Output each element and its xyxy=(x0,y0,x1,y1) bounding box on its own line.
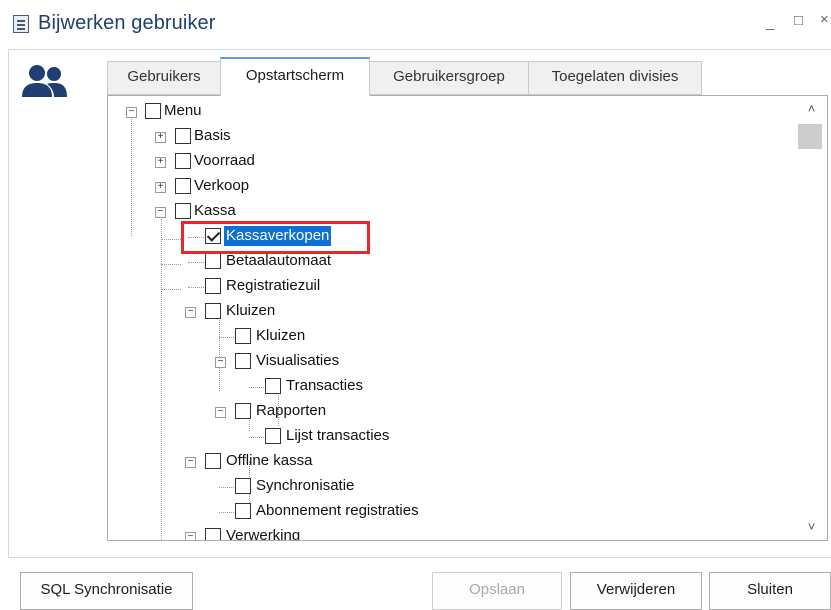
tree-connector xyxy=(131,116,132,236)
tree-item-label: Basis xyxy=(194,127,231,144)
synchronisatie-checkbox[interactable] xyxy=(235,478,251,494)
tree-connector xyxy=(219,487,234,488)
collapse-icon[interactable]: − xyxy=(185,532,196,540)
close-window-button[interactable]: × xyxy=(820,11,831,28)
collapse-icon[interactable]: − xyxy=(126,107,137,118)
tree-connector xyxy=(161,264,181,265)
menu-checkbox[interactable] xyxy=(145,103,161,119)
minimize-button[interactable]: _ xyxy=(766,14,774,31)
tree-item-label: Abonnement registraties xyxy=(256,502,419,519)
expand-icon[interactable]: + xyxy=(155,132,166,143)
abonnement-registraties-checkbox[interactable] xyxy=(235,503,251,519)
offline-kassa-checkbox[interactable] xyxy=(205,453,221,469)
visualisaties-checkbox[interactable] xyxy=(235,353,251,369)
opslaan-button[interactable]: Opslaan xyxy=(432,572,562,610)
tree-item-label: Offline kassa xyxy=(226,452,313,469)
tree-item-label: Verkoop xyxy=(194,177,250,194)
tab-gebruikers[interactable]: Gebruikers xyxy=(107,61,221,95)
collapse-icon[interactable]: − xyxy=(185,307,196,318)
tab-toegelaten-divisies[interactable]: Toegelaten divisies xyxy=(528,61,702,95)
app-document-icon xyxy=(13,15,29,33)
transacties-checkbox[interactable] xyxy=(265,378,281,394)
tree-item-label: Visualisaties xyxy=(256,352,340,369)
maximize-button[interactable]: □ xyxy=(794,12,803,29)
tree-item-label: Kluizen xyxy=(226,302,276,319)
highlight-annotation xyxy=(181,221,370,254)
tree-item-label: Rapporten xyxy=(256,402,327,419)
sql-synchronisatie-button[interactable]: SQL Synchronisatie xyxy=(20,572,193,610)
registratiezuil-checkbox[interactable] xyxy=(205,278,221,294)
betaalautomaat-checkbox[interactable] xyxy=(205,253,221,269)
scroll-up-arrow-icon[interactable]: ˄ xyxy=(796,96,827,122)
verwerking-checkbox[interactable] xyxy=(205,528,221,540)
verwijderen-button[interactable]: Verwijderen xyxy=(570,572,702,610)
kassa-checkbox[interactable] xyxy=(175,203,191,219)
scroll-down-arrow-icon[interactable]: ˅ xyxy=(796,514,827,540)
menu-tree[interactable]: − Menu + Basis + Voorraad + Verkoop − Ka… xyxy=(108,96,796,540)
rapporten-checkbox[interactable] xyxy=(235,403,251,419)
expand-icon[interactable]: + xyxy=(155,182,166,193)
lijst-transacties-checkbox[interactable] xyxy=(265,428,281,444)
kluizen-sub-checkbox[interactable] xyxy=(235,328,251,344)
collapse-icon[interactable]: − xyxy=(215,407,226,418)
tree-item-label: Menu xyxy=(164,102,202,119)
window-title: Bijwerken gebruiker xyxy=(38,12,216,34)
title-bar: Bijwerken gebruiker _ □ × xyxy=(0,0,831,50)
tab-opstartscherm[interactable]: Opstartscherm xyxy=(220,57,370,96)
tree-connector xyxy=(161,289,181,290)
tree-item-label: Verwerking xyxy=(226,527,301,540)
tree-connector xyxy=(188,287,204,288)
tree-item-label: Kluizen xyxy=(256,327,306,344)
tree-item-label: Transacties xyxy=(286,377,363,394)
verkoop-checkbox[interactable] xyxy=(175,178,191,194)
voorraad-checkbox[interactable] xyxy=(175,153,191,169)
users-icon xyxy=(22,65,67,97)
tree-connector xyxy=(219,311,220,391)
tab-gebruikersgroep[interactable]: Gebruikersgroep xyxy=(369,61,529,95)
sluiten-button[interactable]: Sluiten xyxy=(709,572,831,610)
collapse-icon[interactable]: − xyxy=(155,207,166,218)
tree-connector xyxy=(249,437,264,438)
collapse-icon[interactable]: − xyxy=(185,457,196,468)
tree-item-label: Registratiezuil xyxy=(226,277,321,294)
tree-connector xyxy=(161,239,181,240)
tree-connector xyxy=(219,337,234,338)
tree-connector xyxy=(219,512,234,513)
collapse-icon[interactable]: − xyxy=(215,357,226,368)
menu-tree-panel: − Menu + Basis + Voorraad + Verkoop − Ka… xyxy=(107,95,828,541)
tree-connector xyxy=(249,387,264,388)
tree-item-label: Voorraad xyxy=(194,152,255,169)
tree-item-label: Lijst transacties xyxy=(286,427,390,444)
expand-icon[interactable]: + xyxy=(155,157,166,168)
tree-item-label: Synchronisatie xyxy=(256,477,355,494)
tree-item-label: Kassa xyxy=(194,202,236,219)
kluizen-checkbox[interactable] xyxy=(205,303,221,319)
tree-connector xyxy=(188,262,204,263)
basis-checkbox[interactable] xyxy=(175,128,191,144)
tree-scrollbar[interactable]: ˄ ˅ xyxy=(796,96,827,540)
scroll-thumb[interactable] xyxy=(798,124,822,149)
tree-item-label: Betaalautomaat xyxy=(226,252,332,269)
